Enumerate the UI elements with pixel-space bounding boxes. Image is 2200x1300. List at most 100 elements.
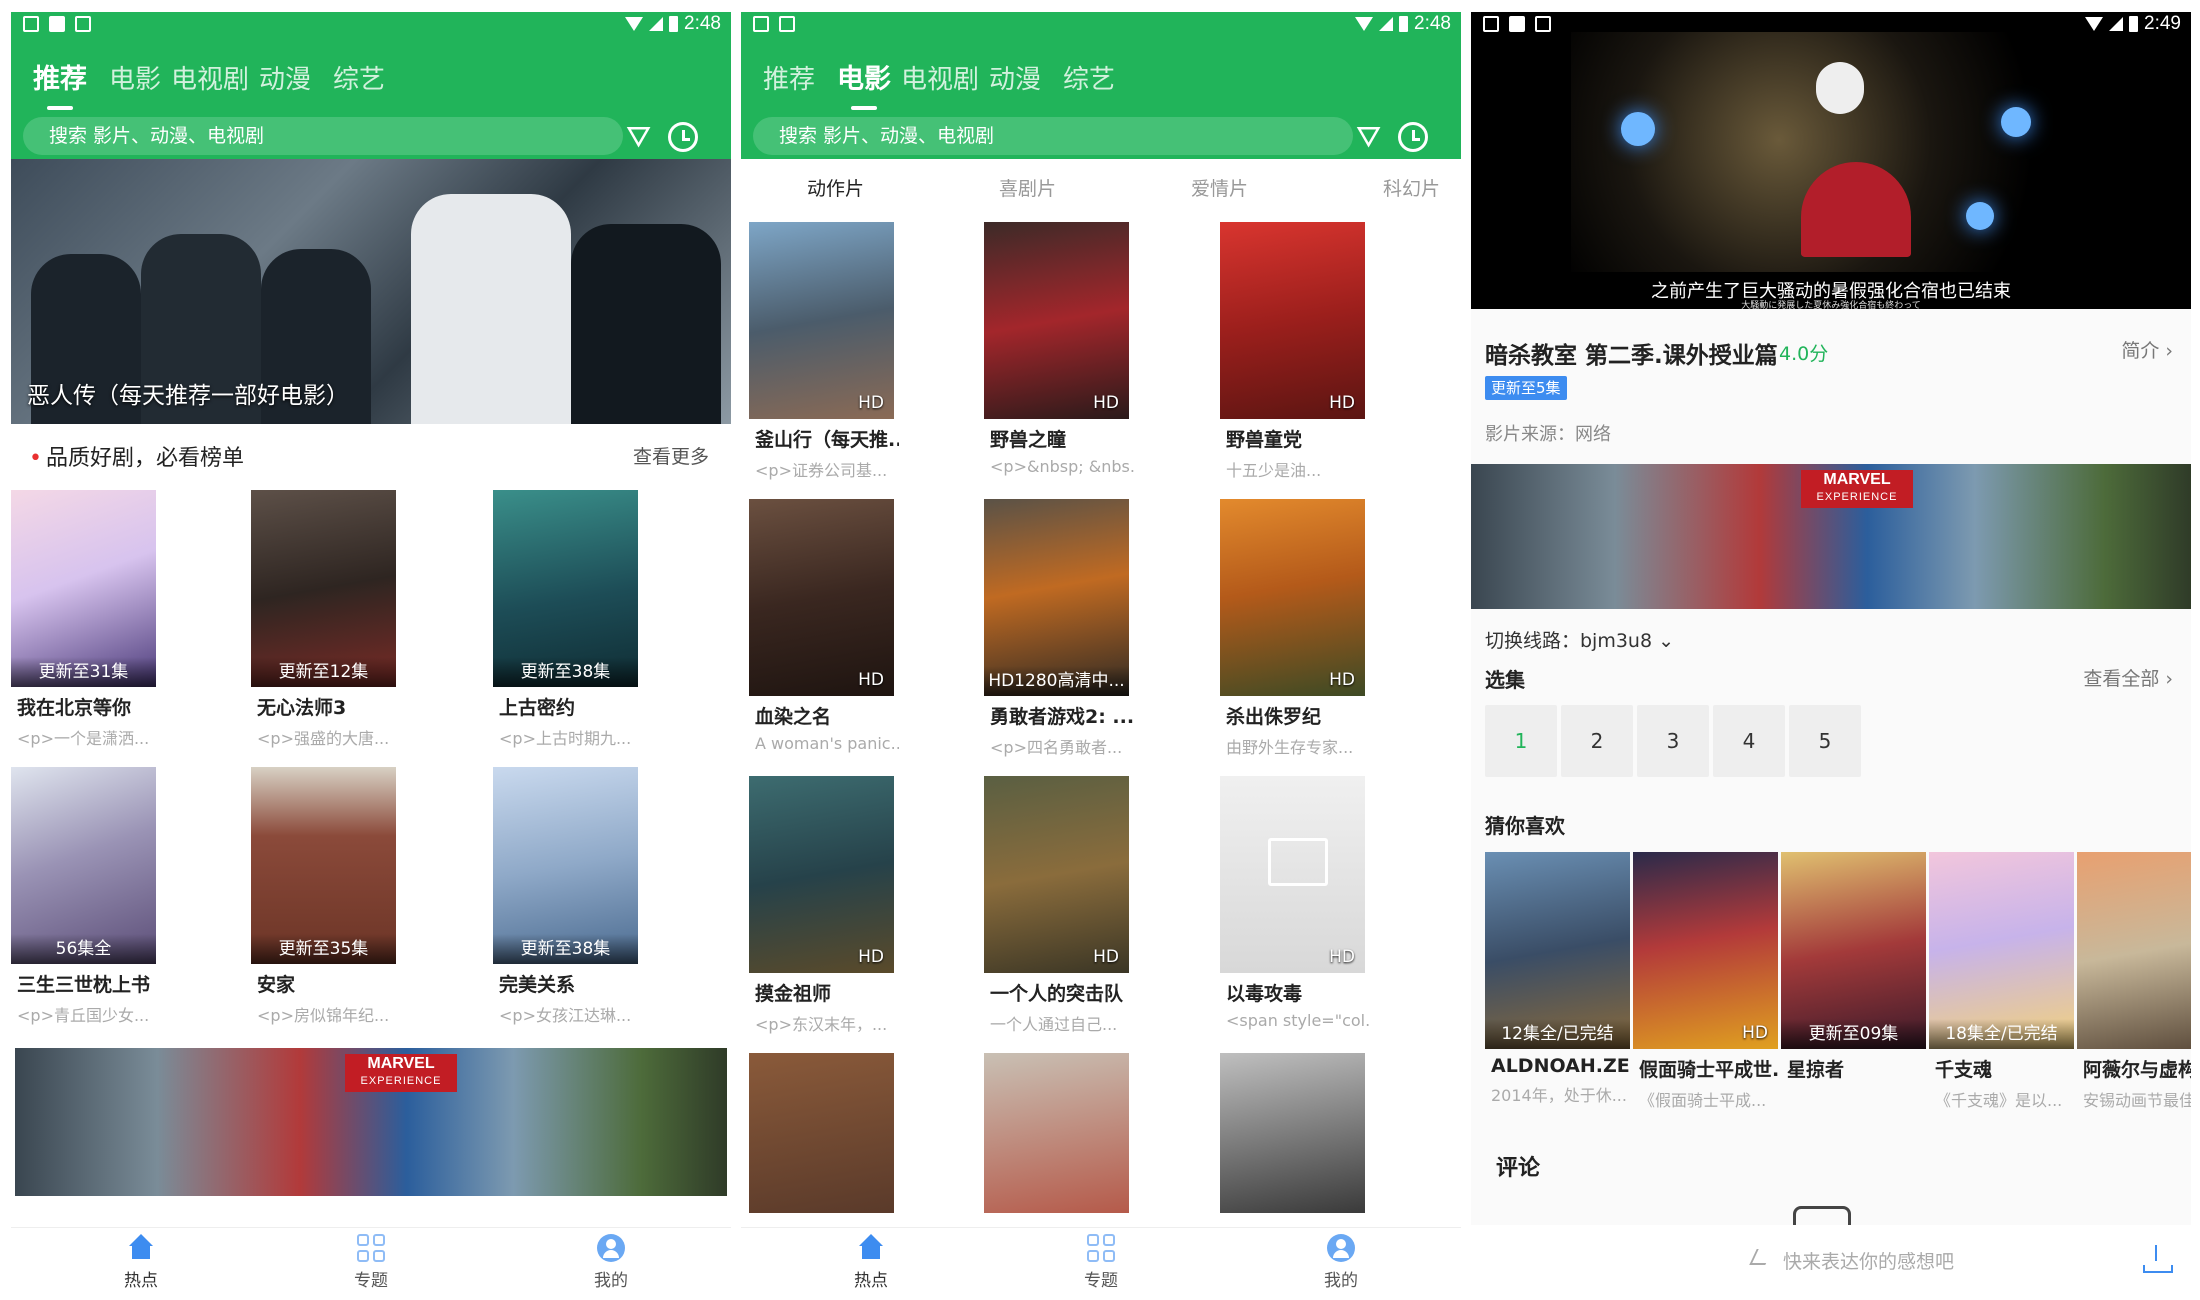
- drama-card[interactable]: 更新至35集 安家 <p>房似锦年纪...: [251, 767, 401, 1026]
- tab-recommend[interactable]: 推荐: [33, 57, 87, 110]
- section-title-text: 品质好剧，必看榜单: [45, 446, 244, 471]
- poster-image: 更新至12集: [251, 490, 396, 687]
- card-desc: 2014年，处于休...: [1491, 1086, 1627, 1105]
- movie-card[interactable]: [1220, 1053, 1370, 1213]
- tab-tv[interactable]: 电视剧: [171, 59, 249, 96]
- rec-card[interactable]: HD 假面骑士平成世... 《假面骑士平成...: [1633, 852, 1778, 1111]
- episode-button[interactable]: 2: [1561, 705, 1633, 777]
- history-icon[interactable]: [668, 122, 698, 152]
- video-player[interactable]: 之前产生了巨大骚动的暑假强化合宿也已结束 大騒動に発展した夏休み強化合宿も終わっ…: [1471, 12, 2191, 309]
- rec-card[interactable]: 阿薇尔与虚构 安锡动画节最佳: [2077, 852, 2191, 1111]
- nav-me[interactable]: 我的: [571, 1234, 651, 1291]
- promo-banner[interactable]: MARVEL EXPERIENCE: [1471, 464, 2191, 609]
- search-input[interactable]: 搜索 影片、动漫、电视剧: [23, 117, 623, 155]
- card-title: 以毒攻毒: [1226, 983, 1303, 1005]
- movie-card[interactable]: HD1280高清中... 勇敢者游戏2: ... <p>四名勇敢者...: [984, 499, 1134, 758]
- tab-tv[interactable]: 电视剧: [901, 59, 979, 96]
- nav-label: 热点: [124, 1271, 158, 1291]
- nav-hot[interactable]: 热点: [831, 1234, 911, 1291]
- movie-card[interactable]: HD 杀出侏罗纪 由野外生存专家...: [1220, 499, 1370, 758]
- genre-tab-romance[interactable]: 爱情片: [1191, 174, 1248, 201]
- movie-card[interactable]: [984, 1053, 1134, 1213]
- tab-variety[interactable]: 综艺: [1063, 59, 1115, 96]
- nav-topic[interactable]: 专题: [331, 1234, 411, 1291]
- tab-recommend[interactable]: 推荐: [763, 59, 815, 96]
- card-desc: 一个人通过自己...: [990, 1015, 1118, 1034]
- filter-icon[interactable]: ⛛: [1356, 120, 1381, 155]
- movie-card[interactable]: [749, 1053, 899, 1213]
- movie-card[interactable]: HD 血染之名 A woman's panic...: [749, 499, 899, 753]
- nav-label: 我的: [1324, 1271, 1358, 1291]
- battery-icon: [2129, 16, 2139, 32]
- poster-image: 更新至38集: [493, 767, 638, 964]
- view-all-link[interactable]: 查看全部 ›: [2083, 664, 2173, 691]
- genre-tab-scifi[interactable]: 科幻片: [1383, 174, 1440, 201]
- tab-anime[interactable]: 动漫: [259, 59, 311, 96]
- poster-image: HD1280高清中...: [984, 499, 1129, 696]
- rec-card[interactable]: 更新至09集 星掠者: [1781, 852, 1926, 1087]
- wifi-icon: [1355, 17, 1374, 31]
- featured-banner[interactable]: 恶人传（每天推荐一部好电影）: [11, 159, 731, 424]
- tab-variety[interactable]: 综艺: [333, 59, 385, 96]
- episode-badge: 12集全/已完结: [1485, 1019, 1630, 1049]
- tab-anime[interactable]: 动漫: [989, 59, 1041, 96]
- card-title: ALDNOAH.ZERO: [1491, 1055, 1630, 1077]
- grid-icon: [1087, 1234, 1115, 1262]
- movie-card[interactable]: HD 野兽童党 十五少是油...: [1220, 222, 1370, 481]
- drama-card[interactable]: 更新至38集 上古密约 <p>上古时期九...: [493, 490, 643, 749]
- card-title: 阿薇尔与虚构: [2083, 1059, 2191, 1081]
- drama-card[interactable]: 更新至12集 无心法师3 <p>强盛的大唐...: [251, 490, 401, 749]
- card-title: 釜山行（每天推...: [755, 429, 899, 451]
- poster-image: HD: [749, 499, 894, 696]
- home-icon: [125, 1234, 157, 1262]
- movie-card[interactable]: HD 一个人的突击队 一个人通过自己...: [984, 776, 1134, 1035]
- filter-icon[interactable]: ⛛: [626, 120, 651, 155]
- poster-image: 更新至31集: [11, 490, 156, 687]
- movie-card[interactable]: HD 摸金祖师 <p>东汉末年，...: [749, 776, 899, 1035]
- episode-button[interactable]: 5: [1789, 705, 1861, 777]
- view-more-link[interactable]: 查看更多: [633, 442, 709, 469]
- quality-badge: HD: [1329, 947, 1355, 967]
- update-badge: 更新至5集: [1485, 376, 1567, 400]
- movie-card[interactable]: HD 野兽之瞳 <p>&nbsp; &nbs...: [984, 222, 1134, 476]
- recommend-title: 猜你喜欢: [1485, 814, 1565, 838]
- episode-badge: 更新至38集: [493, 657, 638, 687]
- poster-image: HD: [1633, 852, 1778, 1049]
- comment-input[interactable]: 快来表达你的感想吧: [1783, 1247, 1954, 1274]
- genre-tab-action[interactable]: 动作片: [807, 174, 864, 201]
- notification-icon: [779, 16, 795, 32]
- card-title: 安家: [257, 974, 296, 996]
- episode-badge: 更新至12集: [251, 657, 396, 687]
- nav-hot[interactable]: 热点: [101, 1234, 181, 1291]
- movie-card[interactable]: HD 釜山行（每天推... <p>证券公司基...: [749, 222, 899, 481]
- line-switcher[interactable]: 切换线路：bjm3u8 ⌄: [1485, 626, 1674, 653]
- episode-button[interactable]: 4: [1713, 705, 1785, 777]
- search-input[interactable]: 搜索 影片、动漫、电视剧: [753, 117, 1353, 155]
- battery-icon: [669, 16, 679, 32]
- banner-figure: [411, 194, 571, 424]
- episode-badge: 18集全/已完结: [1929, 1019, 2074, 1049]
- drama-card[interactable]: 更新至31集 我在北京等你 <p>一个是潇洒...: [11, 490, 161, 749]
- line-label: 切换线路：bjm3u8: [1485, 630, 1653, 652]
- poster-image: HD: [984, 222, 1129, 419]
- tab-movie[interactable]: 电影: [109, 59, 161, 96]
- tab-movie[interactable]: 电影: [837, 57, 891, 110]
- nav-me[interactable]: 我的: [1301, 1234, 1381, 1291]
- drama-card[interactable]: 56集全 三生三世枕上书 <p>青丘国少女...: [11, 767, 161, 1026]
- nav-topic[interactable]: 专题: [1061, 1234, 1141, 1291]
- rec-card[interactable]: 12集全/已完结 ALDNOAH.ZERO 2014年，处于休...: [1485, 852, 1630, 1106]
- history-icon[interactable]: [1398, 122, 1428, 152]
- episode-button[interactable]: 3: [1637, 705, 1709, 777]
- rec-card[interactable]: 18集全/已完结 千支魂 《千支魂》是以...: [1929, 852, 2074, 1111]
- promo-banner[interactable]: MARVEL EXPERIENCE: [15, 1048, 727, 1196]
- poster-image: 更新至38集: [493, 490, 638, 687]
- bottom-nav: 热点 专题 我的: [11, 1227, 731, 1297]
- movie-card[interactable]: HD 以毒攻毒 <span style="col...: [1220, 776, 1370, 1030]
- notification-icon: [75, 16, 91, 32]
- drama-card[interactable]: 更新至38集 完美关系 <p>女孩江达琳...: [493, 767, 643, 1026]
- intro-link[interactable]: 简介 ›: [2121, 336, 2173, 363]
- episode-button[interactable]: 1: [1485, 705, 1557, 777]
- video-frame: [2001, 107, 2031, 137]
- download-icon[interactable]: [2143, 1245, 2173, 1273]
- genre-tab-comedy[interactable]: 喜剧片: [999, 174, 1056, 201]
